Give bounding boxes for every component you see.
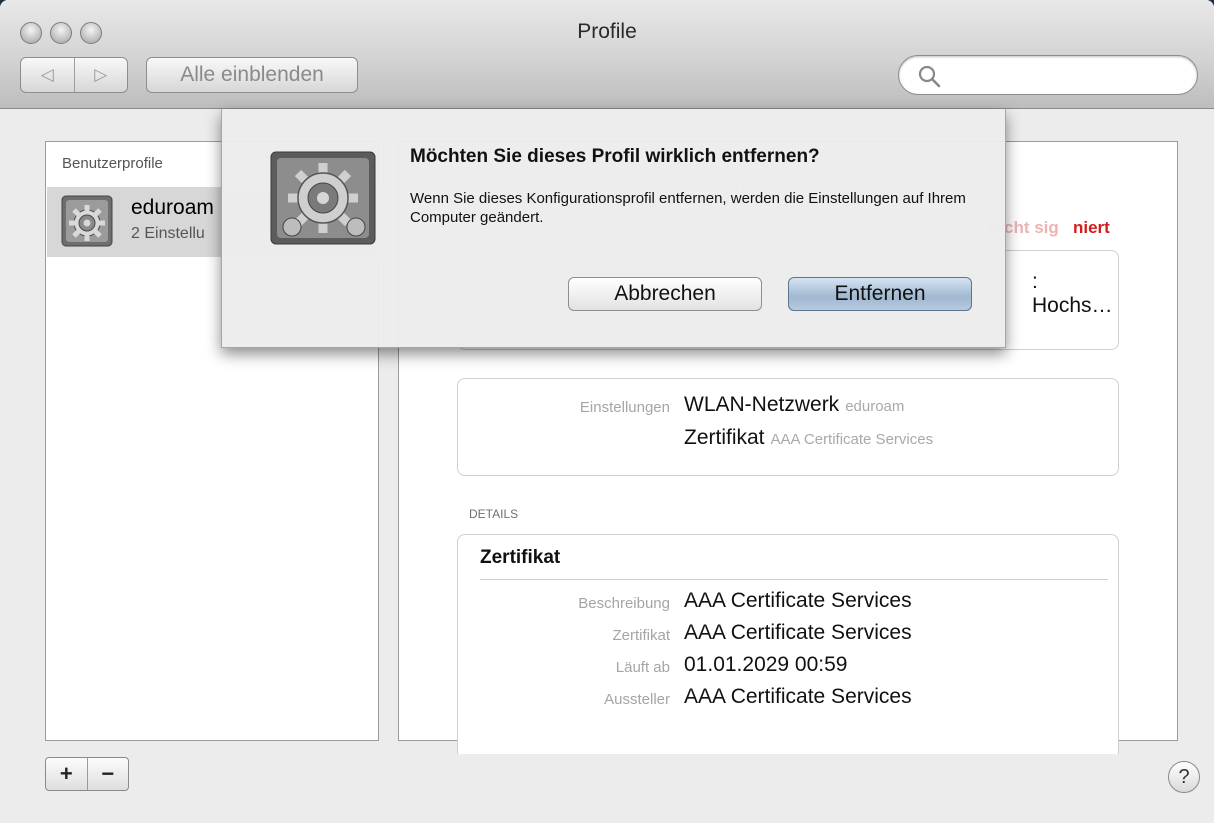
remove-profile-dialog: Möchten Sie dieses Profil wirklich entfe… <box>221 109 1006 348</box>
cert-label-description: Beschreibung <box>578 595 670 612</box>
preferences-window: Profile ◁ ▷ Alle einblenden Benutzerprof… <box>0 0 1214 823</box>
search-icon <box>918 65 941 88</box>
add-profile-button[interactable]: + <box>46 758 88 790</box>
add-remove-control: + − <box>45 757 129 791</box>
help-button[interactable]: ? <box>1168 761 1200 793</box>
section-divider <box>480 579 1108 580</box>
cert-label-issuer: Aussteller <box>604 691 670 708</box>
gear-icon <box>61 195 113 247</box>
cert-value-issuer: AAA Certificate Services <box>684 685 912 708</box>
remove-profile-button[interactable]: − <box>88 758 129 790</box>
cert-label-expires: Läuft ab <box>615 659 670 676</box>
dialog-title: Möchten Sie dieses Profil wirklich entfe… <box>410 146 820 167</box>
setting-certificate: Zertifikat AAA Certificate Services <box>684 426 933 450</box>
settings-label: Einstellungen <box>579 399 670 416</box>
gear-icon <box>270 151 376 245</box>
cert-value-expires: 01.01.2029 00:59 <box>684 653 848 676</box>
toolbar: Profile ◁ ▷ Alle einblenden <box>0 0 1214 109</box>
remove-button[interactable]: Entfernen <box>788 277 972 311</box>
settings-box: Einstellungen WLAN-Netzwerk eduroam Zerti… <box>457 378 1119 476</box>
setting-name: Zertifikat <box>684 426 765 449</box>
show-all-button[interactable]: Alle einblenden <box>146 57 358 93</box>
sidebar-item-subtitle: 2 Einstellu <box>131 225 205 242</box>
setting-value: AAA Certificate Services <box>770 431 934 448</box>
signature-status: niert <box>1073 218 1110 237</box>
cert-value-certificate: AAA Certificate Services <box>684 621 912 644</box>
certificate-section-title: Zertifikat <box>480 547 561 568</box>
organization-value: : Hochs… <box>1032 270 1113 317</box>
setting-wlan: WLAN-Netzwerk eduroam <box>684 393 904 417</box>
forward-button[interactable]: ▷ <box>75 58 128 92</box>
sidebar-header: Benutzerprofile <box>62 155 163 172</box>
cert-label-certificate: Zertifikat <box>612 627 670 644</box>
search-input[interactable] <box>898 55 1198 95</box>
cancel-button[interactable]: Abbrechen <box>568 277 762 311</box>
cert-value-description: AAA Certificate Services <box>684 589 912 612</box>
sidebar-item-label: eduroam <box>131 196 214 219</box>
details-header: DETAILS <box>469 507 519 521</box>
navigation-buttons: ◁ ▷ <box>20 57 128 93</box>
setting-name: WLAN-Netzwerk <box>684 393 840 416</box>
back-button[interactable]: ◁ <box>21 58 75 92</box>
window-title: Profile <box>577 20 637 43</box>
dialog-message: Wenn Sie dieses Konfigurationsprofil ent… <box>410 190 966 226</box>
setting-value: eduroam <box>845 398 905 415</box>
certificate-details-box: Zertifikat Beschreibung AAA Certificate … <box>457 534 1119 754</box>
